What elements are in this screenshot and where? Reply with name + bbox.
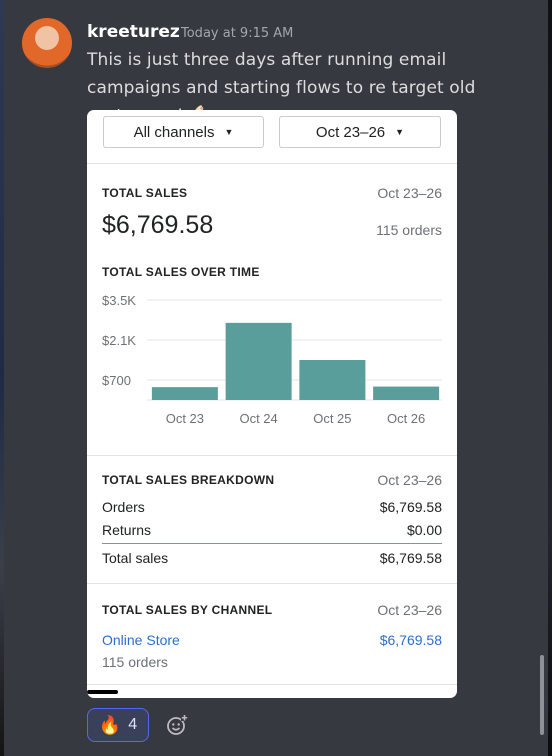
y-tick-label: $700 — [102, 373, 131, 388]
y-tick-label: $2.1K — [102, 333, 136, 348]
fire-reaction-button[interactable]: 🔥 4 — [87, 708, 149, 742]
online-store-link[interactable]: Online Store — [102, 632, 180, 648]
total-sales-row-value: $6,769.58 — [379, 550, 442, 566]
add-reaction-icon[interactable] — [162, 710, 192, 740]
sales-screenshot-card[interactable]: All channels ▼ Oct 23–26 ▼ TOTAL SALES O… — [87, 110, 457, 698]
returns-value: $0.00 — [406, 522, 442, 538]
x-tick-label: Oct 25 — [313, 411, 351, 425]
smiley-plus-icon — [167, 714, 188, 735]
home-indicator — [87, 690, 118, 694]
total-sales-label: TOTAL SALES — [102, 186, 188, 200]
sales-over-time-chart: $3.5K $2.1K $700 Oct 23 Oct 24 Oct 25 Oct 26 — [102, 293, 442, 425]
x-tick-label: Oct 24 — [239, 411, 277, 425]
bar-oct-24 — [225, 322, 292, 400]
section-divider — [87, 455, 457, 456]
section-divider — [87, 684, 457, 685]
date-range-dropdown[interactable]: Oct 23–26 ▼ — [279, 116, 441, 148]
bar-oct-26 — [373, 386, 440, 400]
breakdown-total-line — [102, 543, 442, 544]
online-store-orders: 115 orders — [102, 654, 168, 670]
total-sales-orders: 115 orders — [376, 222, 442, 238]
total-sales-row-label: Total sales — [102, 550, 169, 566]
breakdown-period: Oct 23–26 — [377, 472, 442, 488]
channel-dropdown[interactable]: All channels ▼ — [103, 116, 264, 148]
by-channel-period: Oct 23–26 — [377, 602, 442, 618]
scrollbar[interactable] — [540, 655, 544, 735]
returns-label: Returns — [102, 522, 152, 538]
y-tick-label: $3.5K — [102, 293, 136, 308]
by-channel-label: TOTAL SALES BY CHANNEL — [102, 603, 273, 617]
sales-over-time-label: TOTAL SALES OVER TIME — [102, 265, 260, 279]
avatar[interactable] — [22, 18, 72, 68]
caret-down-icon: ▼ — [395, 127, 405, 137]
bar-oct-25 — [299, 360, 366, 400]
background-edge-left — [0, 0, 4, 756]
message-author[interactable]: kreeturez — [87, 22, 180, 42]
channel-dropdown-label: All channels — [133, 123, 215, 141]
caret-down-icon: ▼ — [224, 127, 234, 137]
total-sales-period: Oct 23–26 — [377, 185, 442, 201]
x-tick-label: Oct 23 — [166, 411, 204, 425]
total-sales-amount: $6,769.58 — [102, 211, 214, 239]
orders-label: Orders — [102, 499, 145, 515]
message-timestamp: Today at 9:15 AM — [181, 26, 294, 41]
section-divider — [87, 583, 457, 584]
fire-icon: 🔥 — [98, 714, 122, 736]
breakdown-label: TOTAL SALES BREAKDOWN — [102, 473, 275, 487]
date-range-dropdown-label: Oct 23–26 — [315, 123, 386, 141]
bar-oct-23 — [151, 387, 218, 400]
background-edge-right — [548, 0, 552, 756]
section-divider — [87, 163, 457, 164]
reaction-count: 4 — [128, 716, 138, 733]
x-tick-label: Oct 26 — [387, 411, 425, 425]
orders-value: $6,769.58 — [379, 499, 442, 515]
online-store-value[interactable]: $6,769.58 — [380, 632, 442, 648]
